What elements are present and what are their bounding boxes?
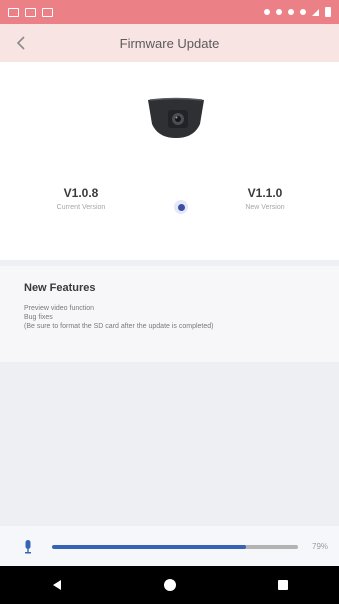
progress-fill: [52, 545, 247, 549]
current-version: V1.0.8 Current Version: [26, 186, 136, 211]
update-arrow-icon: [174, 200, 188, 214]
status-bar-left: [8, 7, 53, 17]
notification-icon: [8, 7, 19, 17]
dashcam-icon: [146, 94, 206, 149]
circle-home-icon: [163, 579, 176, 591]
header: Firmware Update: [0, 24, 339, 62]
image-icon: [42, 7, 53, 17]
signal-icon: [312, 8, 319, 16]
status-bar-right: [264, 7, 331, 17]
nav-back-button[interactable]: [37, 566, 77, 604]
vibrate-icon: [288, 9, 294, 15]
status-bar: [0, 0, 339, 24]
square-recents-icon: [277, 580, 288, 590]
page-title: Firmware Update: [119, 35, 220, 51]
back-button[interactable]: [8, 30, 34, 56]
bluetooth-icon: [264, 9, 270, 15]
chevron-left-icon: [16, 36, 25, 50]
triangle-back-icon: [52, 580, 61, 590]
progress-percent: 79%: [312, 542, 329, 551]
feature-item: (Be sure to format the SD card after the…: [24, 323, 214, 330]
feature-item: Bug fixes: [24, 314, 53, 321]
mic-icon: [25, 540, 31, 554]
wifi-icon: [300, 9, 306, 15]
update-progress: 79%: [0, 526, 339, 566]
content-empty-area: [0, 362, 339, 526]
new-version: V1.1.0 New Version: [210, 186, 320, 211]
features-title: New Features: [24, 282, 96, 294]
nav-recents-button[interactable]: [263, 566, 303, 604]
new-version-number: V1.1.0: [247, 186, 283, 200]
notification-icon: [25, 7, 36, 17]
current-version-number: V1.0.8: [63, 186, 99, 200]
new-version-label: New Version: [245, 204, 285, 211]
alarm-icon: [276, 9, 282, 15]
device-panel: V1.0.8 Current Version V1.1.0 New Versio…: [0, 62, 339, 260]
navigation-bar: [0, 566, 339, 604]
battery-icon: [325, 7, 331, 17]
nav-home-button[interactable]: [150, 566, 190, 604]
current-version-label: Current Version: [56, 204, 106, 211]
feature-item: Preview video function: [24, 305, 95, 312]
features-section: New Features Preview video function Bug …: [0, 266, 339, 362]
progress-bar: [52, 545, 298, 549]
